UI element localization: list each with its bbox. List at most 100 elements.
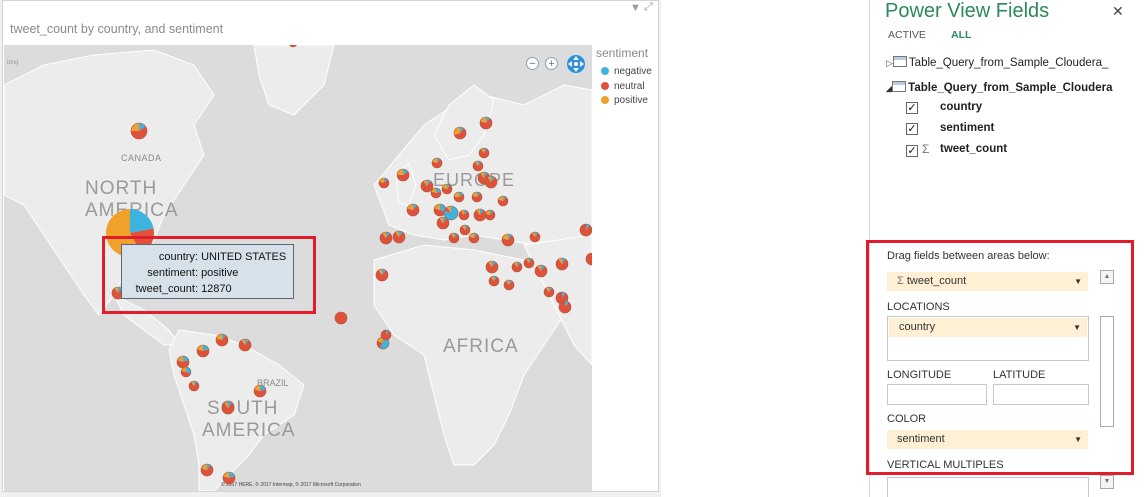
field-sentiment[interactable]: sentiment <box>940 122 994 134</box>
field-wells-header: Drag fields between areas below: <box>887 250 1050 262</box>
table-node-collapsed[interactable]: ▷ Table_Query_from_Sample_Cloudera_ <box>886 56 1114 69</box>
tooltip-value: UNITED STATES <box>201 251 287 263</box>
longitude-well[interactable] <box>887 384 987 405</box>
country-pie-marker[interactable] <box>558 300 572 314</box>
vertical-multiples-well[interactable] <box>887 477 1089 497</box>
filter-icon[interactable]: ▼ <box>630 2 641 14</box>
pie-slice <box>586 253 592 265</box>
legend-item-negative: negative <box>601 66 652 77</box>
country-pie-marker[interactable] <box>585 252 592 266</box>
field-tweet-count[interactable]: tweet_count <box>940 143 1007 155</box>
country-pie-marker[interactable] <box>430 187 442 199</box>
country-pie-marker[interactable] <box>222 471 236 485</box>
country-pie-marker[interactable] <box>534 264 548 278</box>
country-pie-marker[interactable] <box>221 401 235 415</box>
field-wells-scrollbar[interactable] <box>1100 316 1114 427</box>
country-pie-marker[interactable] <box>215 333 229 347</box>
country-pie-marker[interactable] <box>543 286 555 298</box>
country-pie-marker[interactable] <box>200 463 214 477</box>
country-pie-marker[interactable] <box>484 209 496 221</box>
country-pie-marker[interactable] <box>468 232 480 244</box>
country-pie-marker[interactable] <box>375 268 389 282</box>
country-pie-marker[interactable] <box>472 160 484 172</box>
sigma-icon: Σ <box>922 142 930 156</box>
latitude-well[interactable] <box>993 384 1089 405</box>
checkbox-sentiment[interactable]: ✓ <box>906 123 918 135</box>
country-pie-marker[interactable] <box>448 232 460 244</box>
country-pie-marker[interactable] <box>431 157 443 169</box>
zoom-in-button[interactable]: + <box>545 57 558 70</box>
vertical-multiples-label: VERTICAL MULTIPLES <box>887 459 1004 471</box>
country-pie-marker[interactable] <box>180 366 192 378</box>
country-pie-marker[interactable] <box>503 279 515 291</box>
country-pie-marker[interactable] <box>253 384 267 398</box>
tab-active[interactable]: ACTIVE <box>888 29 926 41</box>
locations-field-value: country <box>899 321 936 333</box>
country-pie-marker[interactable] <box>436 216 450 230</box>
expand-arrow-icon[interactable]: ▷ <box>886 58 893 68</box>
country-pie-marker[interactable] <box>130 122 148 140</box>
tab-all[interactable]: ALL <box>951 29 971 41</box>
tooltip-key: sentiment: <box>147 267 198 279</box>
country-pie-marker[interactable] <box>579 223 592 237</box>
country-pie-marker[interactable] <box>501 233 515 247</box>
country-pie-marker[interactable] <box>176 355 190 369</box>
country-pie-marker[interactable] <box>555 257 569 271</box>
dropdown-arrow-icon[interactable]: ▼ <box>1074 430 1082 449</box>
pan-arrows-icon <box>568 56 584 72</box>
country-pie-marker[interactable] <box>529 231 541 243</box>
legend-label: neutral <box>614 81 645 92</box>
country-pie-marker[interactable] <box>523 257 535 269</box>
country-pie-marker[interactable] <box>473 208 487 222</box>
country-pie-marker[interactable] <box>379 231 393 245</box>
country-pie-marker[interactable] <box>334 311 348 325</box>
country-pie-marker[interactable] <box>420 179 434 193</box>
legend-swatch-negative <box>601 67 609 75</box>
country-pie-marker[interactable] <box>238 338 252 352</box>
color-label: COLOR <box>887 413 927 425</box>
country-pie-marker[interactable] <box>453 126 467 140</box>
country-pie-marker[interactable] <box>471 191 483 203</box>
country-pie-marker[interactable] <box>378 177 390 189</box>
locations-well[interactable]: country ▼ <box>887 316 1089 361</box>
country-pie-marker[interactable] <box>497 195 509 207</box>
size-field-well[interactable]: Σ tweet_count ▼ <box>887 272 1088 291</box>
dropdown-arrow-icon[interactable]: ▼ <box>1073 318 1081 337</box>
table-node-expanded[interactable]: ◢ Table_Query_from_Sample_Cloudera <box>886 81 1114 94</box>
dropdown-arrow-icon[interactable]: ▼ <box>1074 272 1082 291</box>
legend-swatch-neutral <box>601 82 609 90</box>
zoom-out-button[interactable]: − <box>526 57 539 70</box>
tooltip-key: tweet_count: <box>135 283 198 295</box>
country-pie-marker[interactable] <box>478 147 490 159</box>
country-pie-marker[interactable] <box>396 168 410 182</box>
legend-label: positive <box>614 95 648 106</box>
country-pie-marker[interactable] <box>511 261 523 273</box>
scroll-up-button[interactable]: ▲ <box>1100 270 1114 284</box>
checkbox-country[interactable]: ✓ <box>906 102 918 114</box>
table-icon <box>892 56 907 67</box>
map-navigation-control[interactable] <box>565 53 587 75</box>
visualization-title: tweet_count by country, and sentiment <box>10 22 224 36</box>
checkbox-tweet-count[interactable]: ✓ <box>906 145 918 157</box>
color-field-chip[interactable]: sentiment ▼ <box>887 430 1088 449</box>
country-pie-marker[interactable] <box>484 175 498 189</box>
country-pie-marker[interactable] <box>289 45 297 48</box>
country-pie-marker[interactable] <box>441 183 453 195</box>
country-pie-marker[interactable] <box>392 230 406 244</box>
country-pie-marker[interactable] <box>188 380 200 392</box>
country-pie-marker[interactable] <box>406 203 420 217</box>
field-country[interactable]: country <box>940 101 982 113</box>
country-pie-marker[interactable] <box>196 344 210 358</box>
close-pane-button[interactable]: ✕ <box>1112 3 1124 20</box>
country-pie-marker[interactable] <box>479 116 493 130</box>
country-pie-marker[interactable] <box>380 329 392 341</box>
country-pie-marker[interactable] <box>488 275 500 287</box>
scroll-down-button[interactable]: ▼ <box>1100 475 1114 489</box>
tooltip-value: 12870 <box>201 283 232 295</box>
country-pie-marker[interactable] <box>453 191 465 203</box>
country-pie-marker[interactable] <box>459 224 471 236</box>
popout-icon[interactable]: ⤢ <box>644 1 653 14</box>
country-pie-marker[interactable] <box>458 209 470 221</box>
country-pie-marker[interactable] <box>485 260 499 274</box>
locations-field-chip[interactable]: country ▼ <box>889 318 1087 337</box>
